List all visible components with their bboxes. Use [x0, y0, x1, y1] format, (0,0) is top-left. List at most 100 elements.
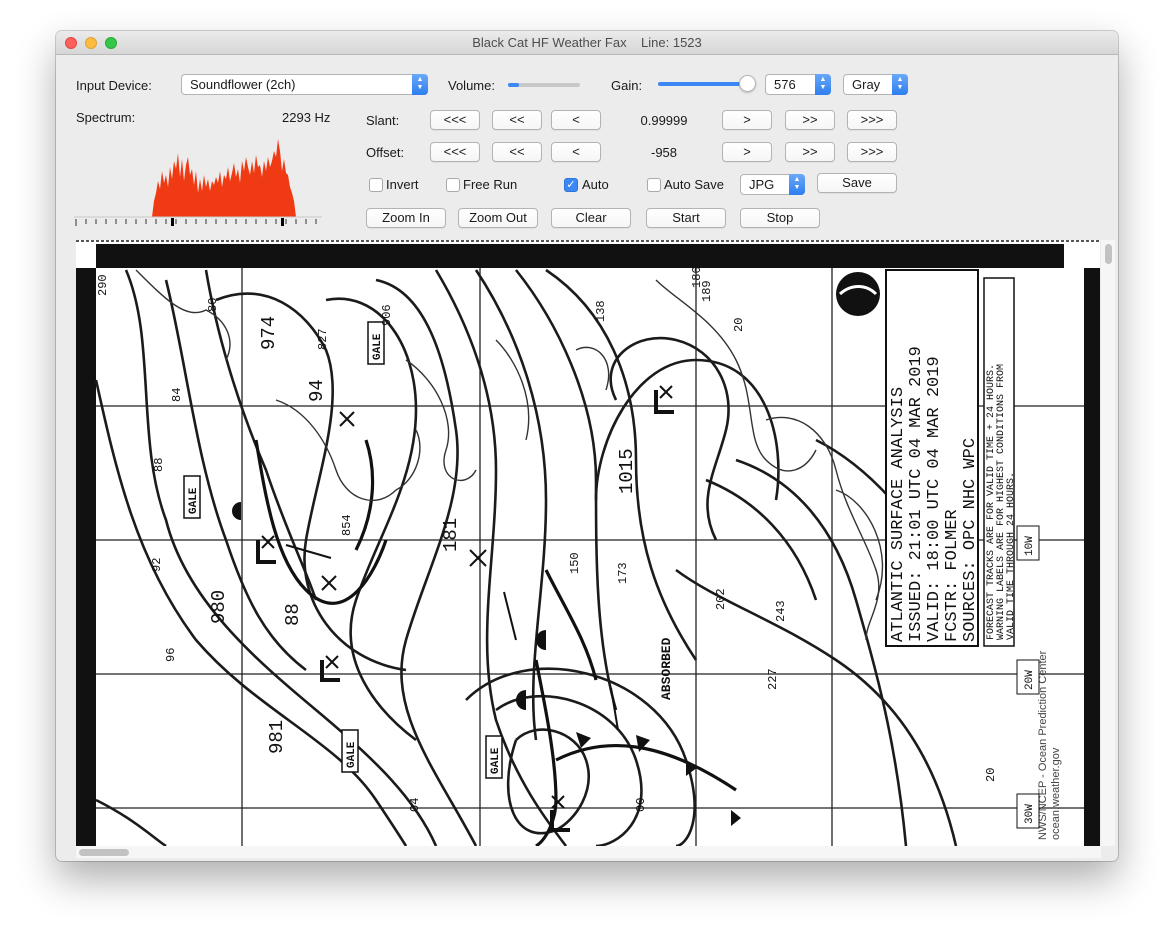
absorbed-label: ABSORBED	[659, 637, 674, 700]
save-format-value: JPG	[749, 177, 775, 192]
lon-10w: 10W	[1024, 536, 1036, 556]
label-227: 227	[766, 668, 780, 690]
gain-value: 576	[774, 77, 796, 92]
offset-decrease-medium-button[interactable]: <<	[492, 142, 542, 162]
offset-increase-medium-button[interactable]: >>	[785, 142, 835, 162]
save-button[interactable]: Save	[817, 173, 897, 193]
offset-label: Offset:	[366, 145, 405, 160]
input-device-label: Input Device:	[76, 78, 152, 93]
auto-save-label: Auto Save	[664, 177, 724, 192]
fax-title-line-1: ATLANTIC SURFACE ANALYSIS	[889, 387, 908, 642]
gale-label-4: GALE	[490, 747, 502, 774]
volume-label: Volume:	[448, 78, 495, 93]
zoom-out-button[interactable]: Zoom Out	[458, 208, 538, 228]
noaa-logo	[836, 272, 880, 316]
label-20-south: 20	[984, 768, 998, 782]
save-format-select[interactable]: JPG ▲ ▼	[740, 174, 805, 195]
title-bar: Black Cat HF Weather Fax Line: 1523	[56, 31, 1118, 55]
pressure-88: 88	[282, 603, 304, 626]
slant-label: Slant:	[366, 113, 400, 128]
slant-decrease-small-button[interactable]: <	[551, 110, 601, 130]
slant-increase-large-button[interactable]: >>>	[847, 110, 897, 130]
gale-label-1: GALE	[372, 333, 384, 360]
offset-value: -958	[650, 145, 678, 160]
label-173: 173	[616, 562, 630, 584]
pressure-181: 181	[440, 518, 462, 552]
pressure-981: 981	[266, 720, 288, 754]
volume-slider[interactable]	[508, 83, 580, 87]
offset-increase-large-button[interactable]: >>>	[847, 142, 897, 162]
free-run-label: Free Run	[463, 177, 518, 192]
gain-slider-knob[interactable]	[739, 75, 756, 92]
offset-decrease-large-button[interactable]: <<<	[430, 142, 480, 162]
horizontal-scroll-thumb[interactable]	[79, 849, 129, 856]
zoom-in-button[interactable]: Zoom In	[366, 208, 446, 228]
lon-30w: 30W	[1024, 804, 1036, 824]
gain-label: Gain:	[611, 78, 643, 93]
chevron-updown-icon: ▲ ▼	[815, 74, 831, 95]
auto-label: Auto	[582, 177, 609, 192]
slant-decrease-large-button[interactable]: <<<	[430, 110, 480, 130]
volume-level	[508, 83, 519, 87]
pressure-1015: 1015	[616, 448, 638, 494]
label-150: 150	[568, 552, 582, 574]
gale-label-2: GALE	[188, 487, 200, 514]
slant-increase-small-button[interactable]: >	[722, 110, 772, 130]
fax-title-line-4: FCSTR: FOLMER	[943, 509, 962, 642]
label-84: 84	[170, 388, 184, 402]
pressure-974: 974	[258, 316, 280, 350]
invert-label: Invert	[386, 177, 419, 192]
chevron-updown-icon: ▲ ▼	[412, 74, 428, 95]
spectrum-label: Spectrum:	[76, 110, 136, 125]
weather-fax-window: Black Cat HF Weather Fax Line: 1523 Inpu…	[56, 31, 1118, 861]
invert-checkbox[interactable]	[369, 178, 383, 192]
lon-20w: 20W	[1024, 670, 1036, 690]
checkmark-icon: ✓	[566, 179, 576, 191]
label-04: 04	[408, 798, 422, 812]
window-title: Black Cat HF Weather Fax Line: 1523	[56, 35, 1118, 50]
label-80: 80	[206, 298, 220, 312]
weather-fax-image[interactable]: ATLANTIC SURFACE ANALYSIS ISSUED: 21:01 …	[76, 240, 1100, 846]
spectrum-graph	[74, 139, 322, 226]
offset-decrease-small-button[interactable]: <	[551, 142, 601, 162]
offset-increase-small-button[interactable]: >	[722, 142, 772, 162]
label-138: 138	[594, 300, 608, 322]
label-202: 202	[714, 588, 728, 610]
stop-button[interactable]: Stop	[740, 208, 820, 228]
label-92: 92	[150, 558, 164, 572]
label-20-north: 20	[732, 318, 746, 332]
label-00: 00	[634, 798, 648, 812]
free-run-checkbox[interactable]	[446, 178, 460, 192]
clear-button[interactable]: Clear	[551, 208, 631, 228]
gale-label-3: GALE	[346, 741, 358, 768]
fax-title-line-2: ISSUED: 21:01 UTC 04 MAR 2019	[907, 346, 926, 642]
color-mode-select[interactable]: Gray ▲ ▼	[843, 74, 908, 95]
line-counter: Line: 1523	[641, 35, 702, 50]
start-button[interactable]: Start	[646, 208, 726, 228]
label-189: 189	[700, 280, 714, 302]
color-mode-value: Gray	[852, 77, 881, 92]
vertical-scrollbar[interactable]	[1101, 240, 1115, 846]
pressure-94: 94	[306, 379, 328, 402]
fax-note-line-3: VALID TIME THROUGH 24 HOURS.	[1006, 472, 1017, 640]
label-906: 906	[380, 304, 394, 326]
pressure-980: 980	[208, 590, 230, 624]
gain-level	[658, 82, 747, 86]
spectrum-frequency: 2293 Hz	[282, 110, 331, 125]
app-title: Black Cat HF Weather Fax	[472, 35, 627, 50]
vertical-scroll-thumb[interactable]	[1105, 244, 1112, 264]
auto-save-checkbox[interactable]	[647, 178, 661, 192]
label-96: 96	[164, 648, 178, 662]
slant-decrease-medium-button[interactable]: <<	[492, 110, 542, 130]
slant-value: 0.99999	[640, 113, 688, 128]
fax-credit-line-2: ocean.weather.gov	[1050, 747, 1062, 840]
chevron-updown-icon: ▲ ▼	[789, 174, 805, 195]
input-device-select[interactable]: Soundflower (2ch) ▲ ▼	[181, 74, 428, 95]
input-device-value: Soundflower (2ch)	[190, 77, 296, 92]
auto-checkbox[interactable]: ✓	[564, 178, 578, 192]
label-290: 290	[96, 274, 110, 296]
chevron-updown-icon: ▲ ▼	[892, 74, 908, 95]
slant-increase-medium-button[interactable]: >>	[785, 110, 835, 130]
gain-value-select[interactable]: 576 ▲ ▼	[765, 74, 831, 95]
horizontal-scrollbar[interactable]	[76, 846, 1101, 858]
